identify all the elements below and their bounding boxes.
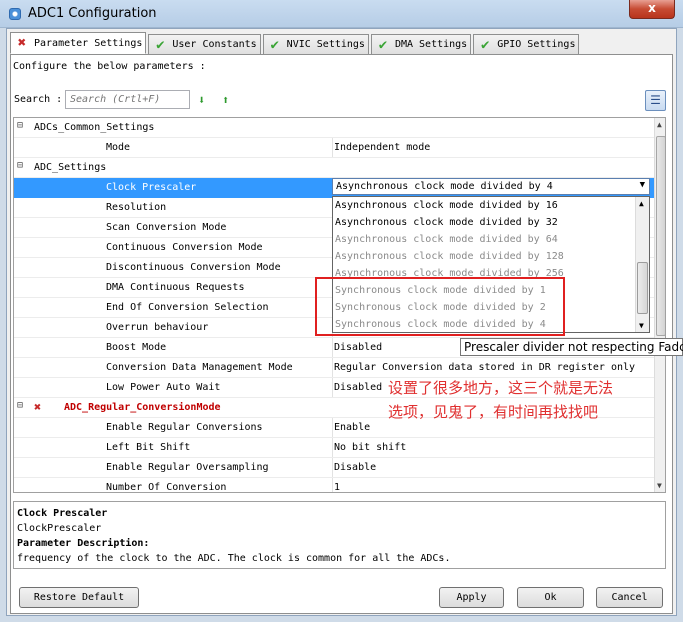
- search-previous-icon[interactable]: ⬆: [222, 93, 229, 107]
- close-button[interactable]: x: [629, 0, 675, 19]
- param-value[interactable]: Regular Conversion data stored in DR reg…: [334, 362, 635, 373]
- param-label: Number Of Conversion: [106, 482, 227, 493]
- error-x-icon: ✖: [17, 35, 27, 51]
- param-value[interactable]: No bit shift: [334, 442, 406, 453]
- dropdown-option[interactable]: Asynchronous clock mode divided by 16: [335, 200, 558, 217]
- param-value[interactable]: Disabled: [334, 342, 382, 353]
- check-icon: ✔: [480, 36, 490, 53]
- param-label: Overrun behaviour: [106, 322, 209, 333]
- table-row[interactable]: Conversion Data Management Mode Regular …: [14, 358, 654, 378]
- dropdown-option-disabled: Asynchronous clock mode divided by 64: [335, 234, 558, 245]
- tab-label: Parameter Settings: [34, 37, 143, 49]
- param-label: Scan Conversion Mode: [106, 222, 227, 233]
- param-value[interactable]: Disabled: [334, 382, 382, 393]
- group-label: ADC_Regular_ConversionMode: [64, 402, 221, 413]
- chevron-down-icon[interactable]: ▼: [640, 180, 645, 190]
- scroll-thumb[interactable]: [656, 136, 665, 336]
- param-value[interactable]: Enable: [334, 422, 370, 433]
- group-row-common[interactable]: ⊟ ADCs_Common_Settings: [14, 118, 654, 138]
- tab-strip: ✖ Parameter Settings ✔ User Constants ✔ …: [10, 32, 581, 54]
- description-title: Clock Prescaler: [17, 508, 108, 519]
- description-panel: Clock Prescaler ClockPrescaler Parameter…: [13, 501, 666, 569]
- tab-label: DMA Settings: [394, 39, 468, 50]
- param-label: Continuous Conversion Mode: [106, 242, 263, 253]
- description-text: frequency of the clock to the ADC. The c…: [17, 553, 451, 564]
- check-icon: ✔: [270, 36, 279, 53]
- description-name: ClockPrescaler: [17, 523, 102, 534]
- param-label: DMA Continuous Requests: [106, 282, 245, 293]
- param-value[interactable]: Independent mode: [334, 142, 430, 153]
- dropdown-scrollbar[interactable]: ▲ ▼: [635, 197, 649, 332]
- app-icon: [9, 8, 21, 20]
- annotation-highlight-box: [315, 277, 565, 336]
- param-label: Boost Mode: [106, 342, 167, 353]
- configure-label: Configure the below parameters :: [13, 61, 206, 72]
- list-view-icon: ☰: [650, 93, 661, 107]
- check-icon: ✔: [156, 36, 165, 53]
- tab-parameter-settings[interactable]: ✖ Parameter Settings: [10, 32, 147, 54]
- dropdown-option-disabled: Asynchronous clock mode divided by 128: [335, 251, 564, 262]
- dropdown-option[interactable]: Asynchronous clock mode divided by 32: [335, 217, 558, 234]
- scroll-down-icon[interactable]: ▼: [639, 321, 644, 330]
- table-row[interactable]: Mode Independent mode: [14, 138, 654, 158]
- collapse-icon[interactable]: ⊟: [17, 400, 23, 411]
- ok-button[interactable]: Ok: [517, 587, 584, 608]
- param-label: Discontinuous Conversion Mode: [106, 262, 281, 273]
- description-heading: Parameter Description:: [17, 538, 150, 549]
- param-label: Conversion Data Management Mode: [106, 362, 293, 373]
- scroll-down-icon[interactable]: ▼: [657, 481, 662, 490]
- param-label: Mode: [106, 142, 131, 153]
- tab-user-constants[interactable]: ✔ User Constants: [148, 34, 261, 54]
- table-row[interactable]: Number Of Conversion 1: [14, 478, 654, 493]
- param-value[interactable]: 1: [334, 482, 340, 492]
- scroll-up-icon[interactable]: ▲: [639, 199, 644, 208]
- selected-value: Asynchronous clock mode divided by 4: [336, 181, 553, 192]
- param-label: Left Bit Shift: [106, 442, 191, 453]
- window-title: ADC1 Configuration: [28, 6, 157, 21]
- param-label: Low Power Auto Wait: [106, 382, 221, 393]
- tab-label: User Constants: [172, 39, 257, 50]
- param-label: Enable Regular Conversions: [106, 422, 263, 433]
- param-label: Resolution: [106, 202, 167, 213]
- tab-label: GPIO Settings: [497, 39, 576, 50]
- error-x-icon: ✖: [34, 400, 42, 414]
- param-value[interactable]: Disable: [334, 462, 376, 473]
- table-row[interactable]: Left Bit Shift No bit shift: [14, 438, 654, 458]
- annotation-text-line2: 选项，见鬼了，有时间再找找吧: [388, 403, 599, 421]
- table-row[interactable]: Enable Regular Oversampling Disable: [14, 458, 654, 478]
- apply-button[interactable]: Apply: [439, 587, 504, 608]
- annotation-text-line1: 设置了很多地方，这三个就是无法: [388, 379, 614, 397]
- grid-scrollbar[interactable]: ▲ ▼: [654, 118, 665, 492]
- search-input[interactable]: [65, 90, 190, 109]
- title-bar: ADC1 Configuration x: [0, 0, 683, 28]
- check-icon: ✔: [378, 36, 388, 53]
- search-next-icon[interactable]: ⬇: [198, 93, 205, 107]
- scroll-thumb[interactable]: [637, 262, 648, 314]
- param-label: Enable Regular Oversampling: [106, 462, 269, 473]
- collapse-icon[interactable]: ⊟: [17, 120, 23, 131]
- group-row-adc[interactable]: ⊟ ADC_Settings: [14, 158, 654, 178]
- cancel-button[interactable]: Cancel: [596, 587, 663, 608]
- restore-default-button[interactable]: Restore Default: [19, 587, 139, 608]
- collapse-icon[interactable]: ⊟: [17, 160, 23, 171]
- group-label: ADCs_Common_Settings: [34, 122, 155, 133]
- search-label: Search :: [14, 94, 63, 105]
- tab-gpio-settings[interactable]: ✔ GPIO Settings: [473, 34, 580, 54]
- list-view-button[interactable]: ☰: [645, 90, 666, 111]
- tooltip: Prescaler divider not respecting Fadc: [460, 338, 683, 356]
- param-label: Clock Prescaler: [106, 182, 197, 193]
- tab-label: NVIC Settings: [286, 39, 365, 50]
- group-label: ADC_Settings: [34, 162, 107, 173]
- scroll-up-icon[interactable]: ▲: [657, 120, 662, 129]
- clock-prescaler-select[interactable]: Asynchronous clock mode divided by 4 ▼: [332, 178, 650, 195]
- tab-nvic-settings[interactable]: ✔ NVIC Settings: [262, 34, 369, 54]
- param-label: End Of Conversion Selection: [106, 302, 269, 313]
- tab-dma-settings[interactable]: ✔ DMA Settings: [370, 34, 472, 54]
